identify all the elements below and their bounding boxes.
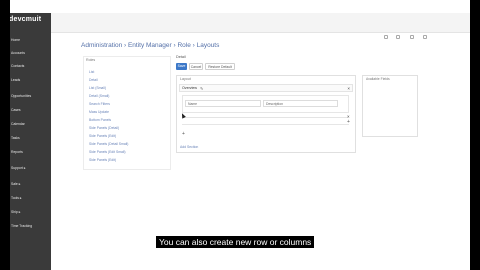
name-field-cell[interactable]: Name xyxy=(185,100,261,107)
right-letterbox xyxy=(470,0,480,270)
available-fields-title: Available Fields xyxy=(366,77,390,81)
layout-link[interactable]: Side Panels (Edit) xyxy=(89,134,116,138)
cancel-button[interactable]: Cancel xyxy=(189,63,203,70)
layout-link[interactable]: Mass Update xyxy=(89,110,109,114)
layout-link[interactable]: Detail xyxy=(89,78,98,82)
layout-link[interactable]: Detail (Small) xyxy=(89,94,109,98)
layout-row[interactable]: Name Description xyxy=(182,95,349,113)
video-caption: You can also create new row or columns xyxy=(156,236,315,248)
description-field-cell[interactable]: Description xyxy=(263,100,338,107)
layout-link[interactable]: List (Small) xyxy=(89,86,106,90)
layout-link[interactable]: Side Panels (Edit Small) xyxy=(89,150,126,154)
panel-tab[interactable]: Overview ✎ × xyxy=(179,84,353,92)
layout-editor: Layout Overview ✎ × Name Description × +… xyxy=(176,75,356,153)
bell-icon[interactable] xyxy=(410,35,414,39)
search-icon[interactable] xyxy=(384,35,388,39)
panel-tab-label: Overview xyxy=(182,86,197,90)
add-row-icon[interactable]: + xyxy=(182,132,185,137)
app-logo[interactable]: devcmuit xyxy=(9,16,41,23)
layout-link[interactable]: List xyxy=(89,70,94,74)
layout-title: Layout xyxy=(180,77,191,81)
video-frame: Home Accounts Contacts Leads Opportuniti… xyxy=(0,0,480,270)
section-title: Detail xyxy=(176,55,186,59)
panel-header: Roles xyxy=(86,58,96,62)
close-icon[interactable]: × xyxy=(347,86,350,91)
left-letterbox xyxy=(0,0,10,270)
plus-icon[interactable] xyxy=(396,35,400,39)
save-button[interactable]: Save xyxy=(176,63,187,70)
layout-link[interactable]: Search Filters xyxy=(89,102,110,106)
layout-link[interactable]: Side Panels (Detail Small) xyxy=(89,142,128,146)
pencil-icon[interactable]: ✎ xyxy=(200,86,203,91)
layout-link[interactable]: Side Panels (Detail) xyxy=(89,126,119,130)
top-navbar xyxy=(0,13,480,39)
layout-link[interactable]: Side Panels (Edit) xyxy=(89,158,116,162)
menu-icon[interactable] xyxy=(423,35,427,39)
layout-list-panel: Roles List Detail List (Small) Detail (S… xyxy=(83,56,171,170)
add-section-link[interactable]: Add Section xyxy=(180,145,198,149)
layout-row-empty[interactable] xyxy=(182,117,349,118)
layout-row-divider xyxy=(182,124,349,126)
restore-default-button[interactable]: Restore Default xyxy=(205,63,235,70)
breadcrumb: Administration › Entity Manager › Role ›… xyxy=(81,42,220,49)
layout-link[interactable]: Bottom Panels xyxy=(89,118,111,122)
available-fields-panel: Available Fields xyxy=(362,75,418,137)
